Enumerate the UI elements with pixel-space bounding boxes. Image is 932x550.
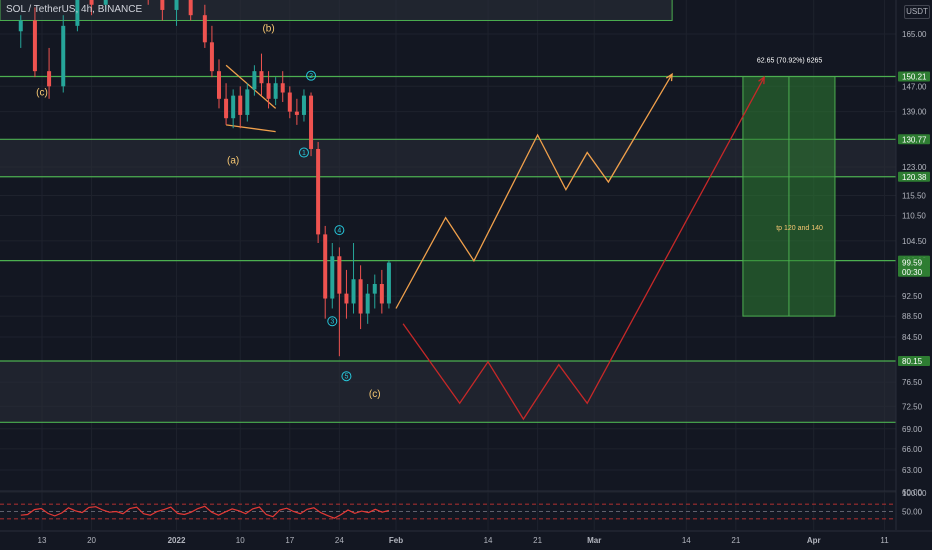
bull-projection-path (395, 73, 673, 309)
time-tick: 10 (236, 536, 245, 545)
price-tick: 92.50 (902, 292, 923, 301)
candle-body (160, 0, 165, 10)
annotations: (c) (b) (a) (c) 62.65 (70.92%) 6265 tp 120 an… (36, 23, 823, 400)
candle-body (358, 279, 363, 314)
candle-body (252, 71, 257, 90)
time-tick: Feb (389, 536, 403, 545)
candle-body (273, 83, 278, 99)
price-tick: 72.50 (902, 402, 923, 411)
time-tick: 2022 (168, 536, 186, 545)
candle-body (238, 95, 243, 115)
wave-label: 3 (330, 319, 334, 326)
price-tick: 115.50 (902, 192, 926, 201)
candle-body (18, 20, 23, 32)
time-tick: 21 (533, 536, 542, 545)
candle-body (365, 293, 370, 314)
candle-body (217, 71, 221, 99)
price-axis[interactable]: 165.00 147.00 139.00 123.00 115.50 110.50 104.… (895, 0, 932, 550)
price-tag: 99.59 (902, 259, 923, 268)
symbol-title: SOL / TetherUS, 4h, BINANCE (6, 4, 143, 15)
wave-label: 5 (344, 374, 348, 381)
time-tick: 14 (682, 536, 691, 545)
candle-body (309, 95, 314, 149)
rsi-tick: 50.00 (902, 508, 923, 517)
candles (18, 0, 391, 357)
candle-body (61, 25, 66, 87)
price-tag: 120.38 (902, 173, 927, 182)
candle-body (294, 111, 299, 115)
candle-body (266, 83, 271, 99)
time-tick: 24 (335, 536, 344, 545)
chart-annotation: (b) (262, 23, 274, 34)
price-tick: 139.00 (902, 108, 927, 117)
price-tick: 147.00 (902, 82, 927, 91)
price-tick: 165.00 (902, 30, 927, 39)
wave-label: 1 (302, 150, 306, 157)
candle-body (245, 89, 250, 115)
price-tick: 104.50 (902, 237, 927, 246)
time-tick: Mar (587, 536, 601, 545)
candle-body (372, 283, 377, 294)
currency-button[interactable]: USDT (904, 5, 930, 19)
price-tag: 130.77 (902, 135, 927, 144)
time-tick: 11 (880, 536, 889, 545)
zone-rect (0, 360, 896, 423)
candle-body (344, 293, 349, 304)
candle-body (337, 256, 342, 294)
price-tick: 123.00 (902, 163, 927, 172)
price-tick: 110.50 (902, 212, 926, 221)
candle-body (47, 71, 52, 87)
candle-body (280, 83, 285, 93)
price-tick: 66.00 (902, 445, 923, 454)
candle-body (287, 92, 292, 112)
chart-annotation: tp 120 and 140 (776, 225, 823, 232)
candle-body (231, 95, 236, 119)
time-tick: Apr (807, 536, 821, 545)
candle-body (32, 20, 37, 72)
wave-label: 4 (337, 228, 341, 235)
time-tick: 13 (38, 536, 47, 545)
time-tick: 21 (731, 536, 740, 545)
price-chart[interactable]: (c) (b) (a) (c) 62.65 (70.92%) 6265 tp 120 an… (0, 0, 932, 550)
rsi-tick: 100.00 (902, 489, 927, 498)
price-tick: 63.00 (902, 466, 923, 475)
time-tick: 17 (285, 536, 294, 545)
price-tick: 76.50 (902, 378, 923, 387)
rsi-line (20, 505, 390, 519)
chart-annotation: (a) (227, 155, 239, 166)
candle-body (209, 42, 214, 72)
chart-annotation: (c) (369, 389, 381, 400)
rsi-panel (0, 490, 896, 520)
time-tick: 20 (87, 536, 96, 545)
candle-body (224, 98, 229, 119)
chart-annotation: 62.65 (70.92%) 6265 (757, 57, 822, 64)
candle-body (301, 95, 306, 115)
price-tick: 88.50 (902, 312, 923, 321)
price-tick: 69.00 (902, 425, 923, 434)
price-tag: 80.15 (902, 357, 923, 366)
candle-body (259, 71, 264, 84)
time-axis[interactable]: 13 20 2022 10 17 24 Feb 14 21 Mar 14 21 Apr 11 (0, 530, 932, 545)
price-tag: 150.21 (902, 73, 927, 82)
candle-body (323, 234, 328, 299)
candle-body (351, 279, 356, 304)
price-tag: 00:30 (902, 268, 923, 277)
candle-body (174, 0, 179, 10)
candle-body (316, 148, 321, 235)
price-tick: 84.50 (902, 333, 923, 342)
time-tick: 14 (484, 536, 493, 545)
candle-body (379, 283, 384, 304)
candle-body (386, 262, 391, 304)
chart-annotation: (c) (36, 88, 48, 99)
wave-label: 2 (309, 73, 313, 80)
candle-body (330, 256, 335, 299)
candle-body (202, 15, 207, 43)
candle-body (188, 0, 193, 16)
